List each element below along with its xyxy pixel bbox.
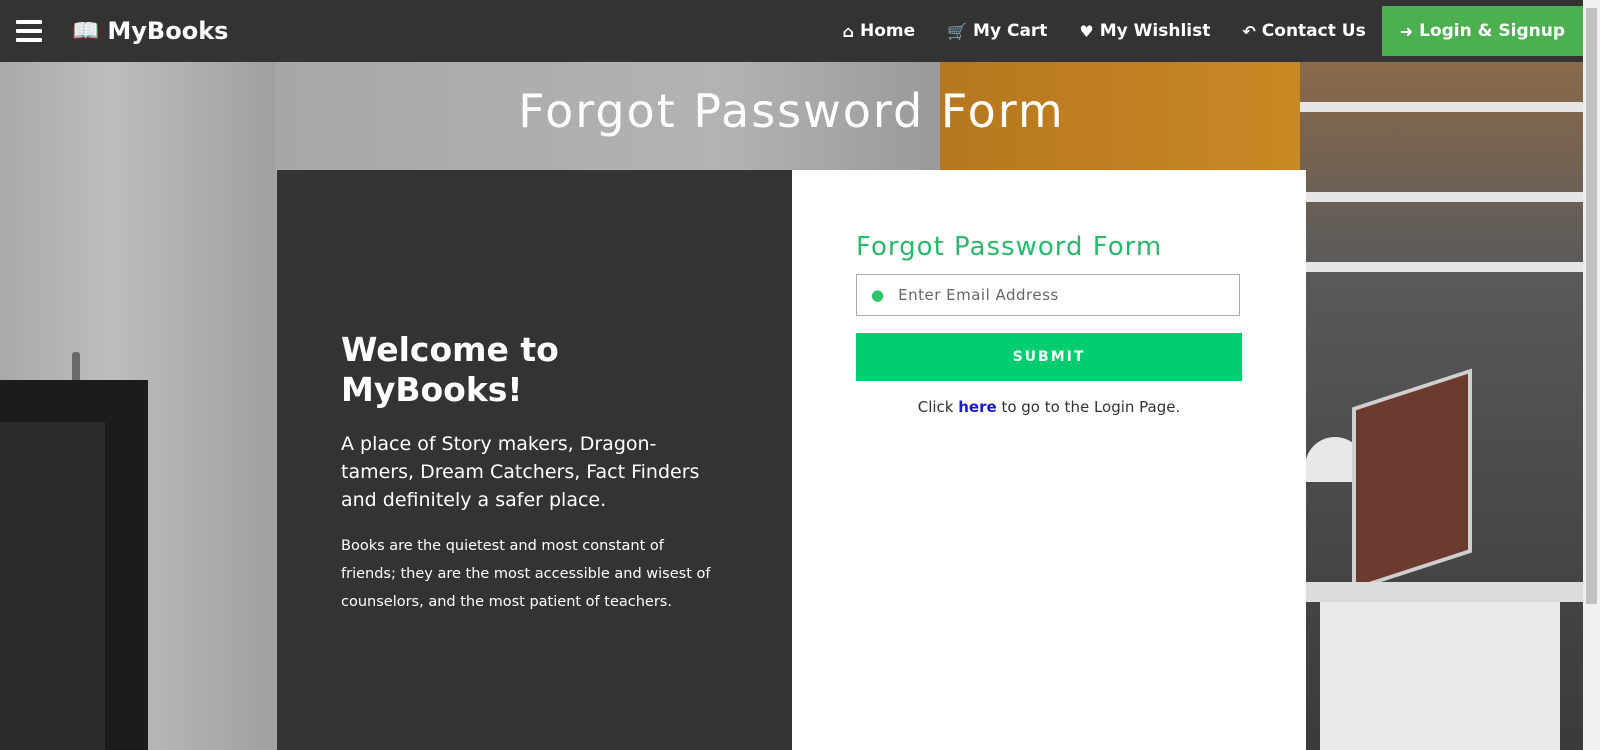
welcome-tagline: A place of Story makers, Dragon-tamers, … xyxy=(341,433,700,511)
nav-cart[interactable]: 🛒 My Cart xyxy=(931,6,1063,56)
email-field[interactable]: ● xyxy=(856,274,1240,316)
cart-icon: 🛒 xyxy=(947,21,968,41)
user-icon: ● xyxy=(871,286,885,304)
nav-wishlist[interactable]: ♥ My Wishlist xyxy=(1063,6,1226,56)
email-input[interactable] xyxy=(896,276,1221,314)
book-icon: 📖 xyxy=(72,18,100,44)
nav-home-label: Home xyxy=(859,21,916,41)
brand-name: MyBooks xyxy=(107,17,229,45)
login-signup-label: Login & Signup xyxy=(1419,21,1565,41)
nav-home[interactable]: ⌂ Home xyxy=(827,6,932,56)
submit-button[interactable]: SUBMIT xyxy=(856,333,1242,381)
page-title: Forgot Password Form xyxy=(518,84,1065,138)
background-desk xyxy=(1300,582,1600,602)
top-navbar: 📖 MyBooks ⌂ Home 🛒 My Cart ♥ My Wishlist… xyxy=(0,0,1583,62)
welcome-title: Welcome to MyBooks! xyxy=(341,330,559,409)
nav-contact-label: Contact Us xyxy=(1261,21,1366,41)
brand-logo[interactable]: 📖 MyBooks xyxy=(72,17,228,45)
page-scrollbar[interactable] xyxy=(1583,0,1600,750)
background-monitor xyxy=(1352,368,1472,592)
hamburger-menu-icon[interactable] xyxy=(16,20,42,42)
nav-cart-label: My Cart xyxy=(973,21,1048,41)
form-title: Forgot Password Form xyxy=(856,232,1163,262)
forgot-password-panel: Forgot Password Form ● SUBMIT Click here… xyxy=(792,170,1306,750)
login-page-hint: Click here to go to the Login Page. xyxy=(856,398,1242,416)
login-signup-button[interactable]: ➜ Login & Signup xyxy=(1381,6,1583,56)
login-hint-prefix: Click xyxy=(917,398,959,416)
login-page-link[interactable]: here xyxy=(958,398,996,416)
login-hint-suffix: to go to the Login Page. xyxy=(996,398,1181,416)
welcome-quote: Books are the quietest and most constant… xyxy=(341,538,711,610)
background-shelf xyxy=(1290,262,1600,272)
heart-icon: ♥ xyxy=(1079,21,1094,41)
background-shelf xyxy=(1300,192,1600,202)
reply-icon: ↶ xyxy=(1242,21,1256,41)
sign-in-icon: ➜ xyxy=(1399,21,1414,41)
welcome-panel: Welcome to MyBooks! A place of Story mak… xyxy=(277,170,792,750)
nav-links: ⌂ Home 🛒 My Cart ♥ My Wishlist ↶ Contact… xyxy=(827,6,1583,56)
background-cabinet xyxy=(1320,602,1560,750)
nav-wishlist-label: My Wishlist xyxy=(1099,21,1211,41)
background-door-knob xyxy=(72,352,80,382)
nav-contact[interactable]: ↶ Contact Us xyxy=(1226,6,1381,56)
scrollbar-thumb[interactable] xyxy=(1586,8,1597,604)
background-door-shade xyxy=(0,422,105,750)
home-icon: ⌂ xyxy=(842,21,854,41)
